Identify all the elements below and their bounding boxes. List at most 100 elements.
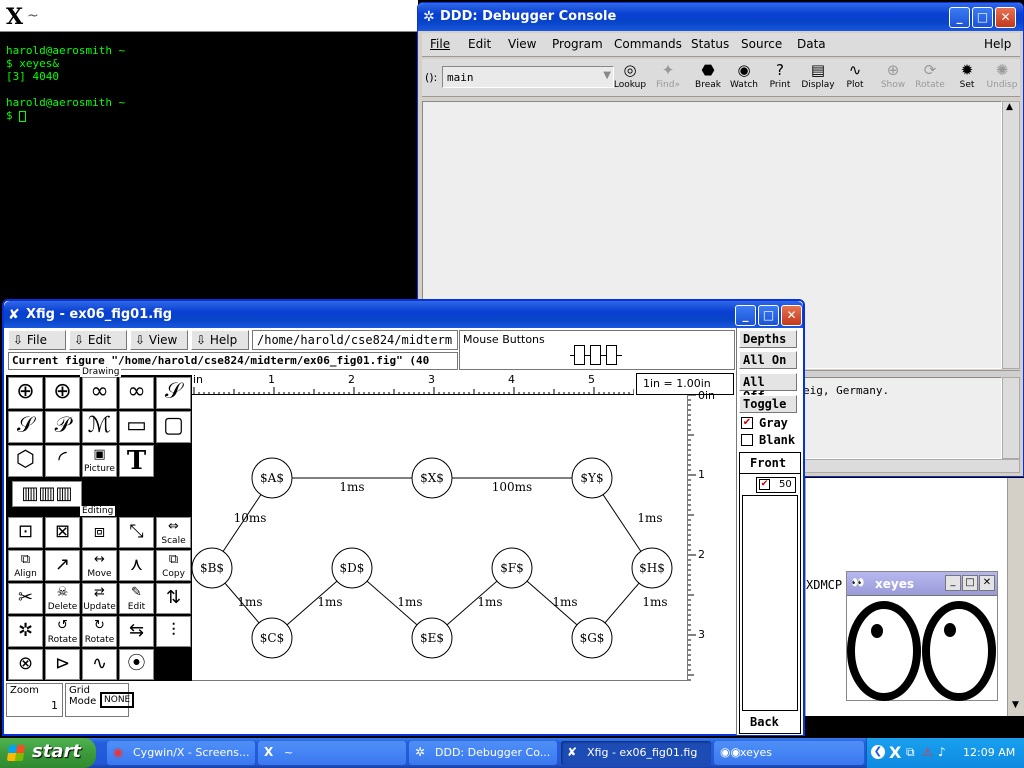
- menu-status[interactable]: Status: [691, 37, 729, 51]
- edit-icon[interactable]: ✎ Edit: [119, 583, 154, 614]
- glue-icon[interactable]: ⊡: [8, 517, 43, 548]
- terminal-titlebar[interactable]: X ~: [0, 0, 418, 32]
- box-icon[interactable]: ▭: [119, 411, 154, 443]
- arg-input[interactable]: main ▼: [442, 66, 614, 88]
- minimize-button[interactable]: _: [949, 7, 970, 28]
- spline-convert-icon[interactable]: ∿: [82, 649, 117, 680]
- close-button[interactable]: ✕: [781, 305, 802, 326]
- shield-icon[interactable]: ⚠: [922, 745, 933, 759]
- update-icon[interactable]: ⇄ Update: [82, 583, 117, 614]
- arc-icon[interactable]: ◜: [45, 445, 80, 477]
- tool-rotate-button[interactable]: ⟳ Rotate: [912, 61, 948, 95]
- tool-undisp-button[interactable]: ✺ Undisp: [984, 61, 1020, 95]
- tool-display-button[interactable]: ▤ Display: [800, 61, 836, 95]
- ddd-titlebar[interactable]: ✲ DDD: Debugger Console _ □ ✕: [418, 3, 1023, 31]
- scroll-up-icon[interactable]: ▲: [1006, 102, 1013, 112]
- file-path-field[interactable]: /home/harold/cse824/midterm: [252, 330, 458, 350]
- tool-break-button[interactable]: ⬣ Break: [690, 61, 726, 95]
- picture-icon[interactable]: ▣ Picture: [82, 445, 117, 477]
- menu-source[interactable]: Source: [741, 37, 782, 51]
- terminal-output[interactable]: harold@aerosmith ~ $ xeyes& [3] 4040 har…: [6, 44, 406, 122]
- close-button[interactable]: ✕: [979, 575, 995, 591]
- layer-list[interactable]: Front ✔ 50 Back: [739, 452, 801, 734]
- open-compound-icon[interactable]: ⧈: [82, 517, 117, 548]
- move-icon[interactable]: ↔ Move: [82, 550, 117, 581]
- ellipse-diameter-icon[interactable]: ∞: [119, 377, 154, 409]
- vertical-scrollbar[interactable]: ▲: [1002, 101, 1020, 369]
- side-scrollbar[interactable]: ▼: [1007, 478, 1024, 716]
- maximize-button[interactable]: □: [758, 305, 779, 326]
- ellipse-radius-icon[interactable]: ∞: [82, 377, 117, 409]
- tool-show-button[interactable]: ⊕ Show: [875, 61, 911, 95]
- delete-point-icon[interactable]: ⋏: [119, 550, 154, 581]
- all-on-button[interactable]: All On: [739, 351, 797, 369]
- scale-icon[interactable]: ⇔ Scale: [156, 517, 191, 548]
- speaker-icon[interactable]: ♪: [938, 745, 946, 759]
- tool-set-button[interactable]: ✹ Set: [949, 61, 985, 95]
- drawing-canvas[interactable]: $A$ $X$ $Y$ $B$ $D$ $F$ $H$ $C$ $E$ $G$ 10ms 1ms 100…: [191, 395, 688, 681]
- menu-help[interactable]: Help: [984, 37, 1011, 51]
- close-button[interactable]: ✕: [995, 7, 1016, 28]
- maximize-button[interactable]: □: [972, 7, 993, 28]
- circle-diameter-icon[interactable]: ⊕: [45, 377, 80, 409]
- xfig-window[interactable]: ✘ Xfig - ex06_fig01.fig _ □ ✕ ⇩ File ⇩ E…: [2, 299, 805, 736]
- xeyes-window[interactable]: 👀 xeyes _ □ ✕: [846, 571, 998, 701]
- x-server-icon[interactable]: X: [889, 743, 901, 762]
- align-icon[interactable]: ⧉ Align: [8, 550, 43, 581]
- copy-icon[interactable]: ⧉ Copy: [156, 550, 191, 581]
- menu-edit[interactable]: Edit: [468, 37, 491, 51]
- gray-checkbox[interactable]: ✔: [741, 417, 753, 429]
- tray-arrow-icon[interactable]: ❮: [871, 745, 885, 759]
- add-arrow-icon[interactable]: ⊳: [45, 649, 80, 680]
- break-icon[interactable]: ⊠: [45, 517, 80, 548]
- blank-checkbox[interactable]: [741, 434, 753, 446]
- layer-item[interactable]: ✔ 50: [756, 477, 796, 493]
- taskbar-item[interactable]: ◉◉ xeyes: [714, 741, 864, 765]
- spiral-icon[interactable]: ⦿: [119, 649, 154, 680]
- toggle-button[interactable]: Toggle: [739, 395, 797, 413]
- unit-box[interactable]: 1in = 1.00in: [636, 373, 734, 395]
- layer-scroll-area[interactable]: [742, 495, 798, 711]
- menu-view[interactable]: View: [508, 37, 536, 51]
- closed-approx-spline-icon[interactable]: 𝒫: [45, 411, 80, 443]
- network-icon[interactable]: ⧉: [906, 745, 915, 760]
- menu-data[interactable]: Data: [797, 37, 826, 51]
- start-button[interactable]: start: [0, 738, 96, 768]
- tool-plot-button[interactable]: ∿ Plot: [837, 61, 873, 95]
- dropdown-arrow-icon[interactable]: ▼: [603, 70, 611, 81]
- minimize-button[interactable]: _: [945, 575, 961, 591]
- zoom-control[interactable]: Zoom 1: [6, 683, 63, 717]
- approx-spline-icon[interactable]: ℳ: [82, 411, 117, 443]
- delete-icon[interactable]: ☠ Delete: [45, 583, 80, 614]
- flip-horizontal-icon[interactable]: ⫶: [156, 616, 191, 647]
- flip-vertical-icon[interactable]: ⇅: [156, 583, 191, 614]
- clock[interactable]: 12:09 AM: [963, 746, 1015, 759]
- taskbar-item[interactable]: X ~: [258, 741, 406, 765]
- minimize-button[interactable]: _: [735, 305, 756, 326]
- circle-radius-icon[interactable]: ⊕: [8, 377, 43, 409]
- xfig-menu-view[interactable]: ⇩ View: [130, 330, 188, 350]
- anchor-icon[interactable]: ⊗: [8, 649, 43, 680]
- text-icon[interactable]: T: [119, 445, 154, 477]
- menu-commands[interactable]: Commands: [614, 37, 682, 51]
- rotate-cw-icon[interactable]: ↻ Rotate: [82, 616, 117, 647]
- menu-program[interactable]: Program: [552, 37, 603, 51]
- xfig-menu-edit[interactable]: ⇩ Edit: [69, 330, 127, 350]
- spline-closed-icon[interactable]: 𝒮: [156, 377, 191, 409]
- tool-find-button[interactable]: ✦ Find»: [650, 61, 686, 95]
- convert-icon[interactable]: ⇆: [119, 616, 154, 647]
- polygon-icon[interactable]: ⬡: [8, 445, 43, 477]
- grid-mode-value[interactable]: NONE: [100, 692, 135, 708]
- spline-open-icon[interactable]: 𝒮: [8, 411, 43, 443]
- rotate-ccw-icon[interactable]: ↺ Rotate: [45, 616, 80, 647]
- taskbar-item[interactable]: ✘ Xfig - ex06_fig01.fig: [561, 741, 711, 765]
- add-point-icon[interactable]: ↗: [45, 550, 80, 581]
- xfig-menu-file[interactable]: ⇩ File: [8, 330, 66, 350]
- xfig-menu-help[interactable]: ⇩ Help: [191, 330, 249, 350]
- point-move-icon[interactable]: ⤡: [119, 517, 154, 548]
- tool-print-button[interactable]: ? Print: [762, 61, 798, 95]
- layer-checkbox[interactable]: ✔: [759, 479, 770, 490]
- all-off-button[interactable]: All Off: [739, 373, 797, 403]
- terminal-window[interactable]: X ~ harold@aerosmith ~ $ xeyes& [3] 4040…: [0, 0, 418, 300]
- arc-box-icon[interactable]: ▢: [156, 411, 191, 443]
